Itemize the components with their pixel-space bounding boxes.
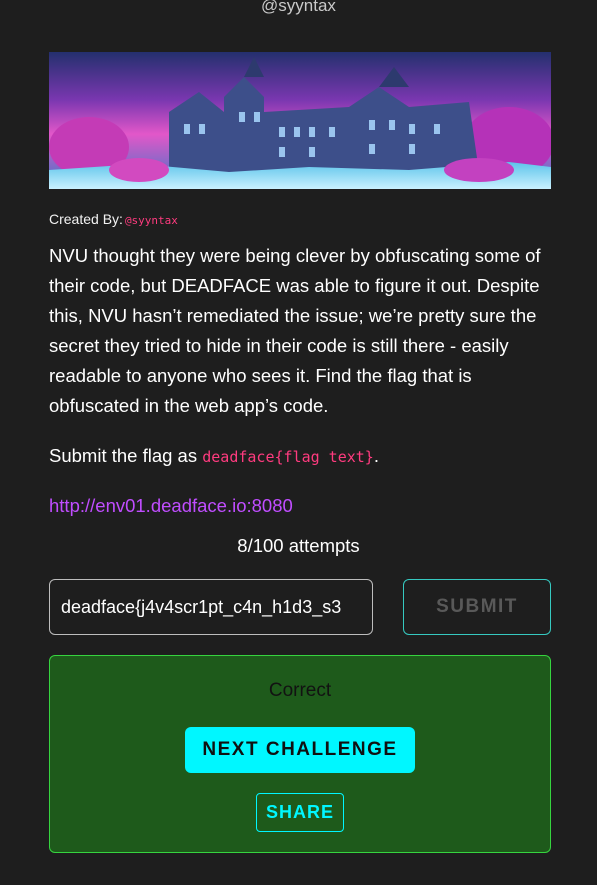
submit-button[interactable]: SUBMIT [403, 579, 551, 635]
challenge-page: @syyntax Created By: @syyntax NVU though… [0, 0, 597, 885]
challenge-link[interactable]: http://env01.deadface.io:8080 [49, 491, 293, 521]
flag-input[interactable] [49, 579, 373, 635]
author-handle: @syyntax [261, 0, 336, 15]
haunted-mansion-illustration [49, 52, 551, 189]
challenge-banner-image [49, 52, 551, 189]
result-panel: Correct NEXT CHALLENGE SHARE [49, 655, 551, 853]
created-by-label: Created By: [49, 211, 123, 227]
flag-format-code: deadface{flag text} [202, 448, 374, 466]
flag-format-note: Submit the flag as deadface{flag text}. [49, 441, 379, 472]
challenge-description: NVU thought they were being clever by ob… [49, 245, 541, 416]
attempts-counter: 8/100 attempts [237, 535, 360, 556]
flag-format-suffix: . [373, 445, 379, 466]
created-by: Created By: @syyntax [49, 211, 178, 227]
next-challenge-button[interactable]: NEXT CHALLENGE [185, 727, 415, 773]
share-button[interactable]: SHARE [256, 793, 344, 832]
flag-format-prefix: Submit the flag as [49, 445, 203, 466]
creator-handle: @syyntax [124, 214, 178, 227]
result-status-text: Correct [268, 680, 332, 701]
